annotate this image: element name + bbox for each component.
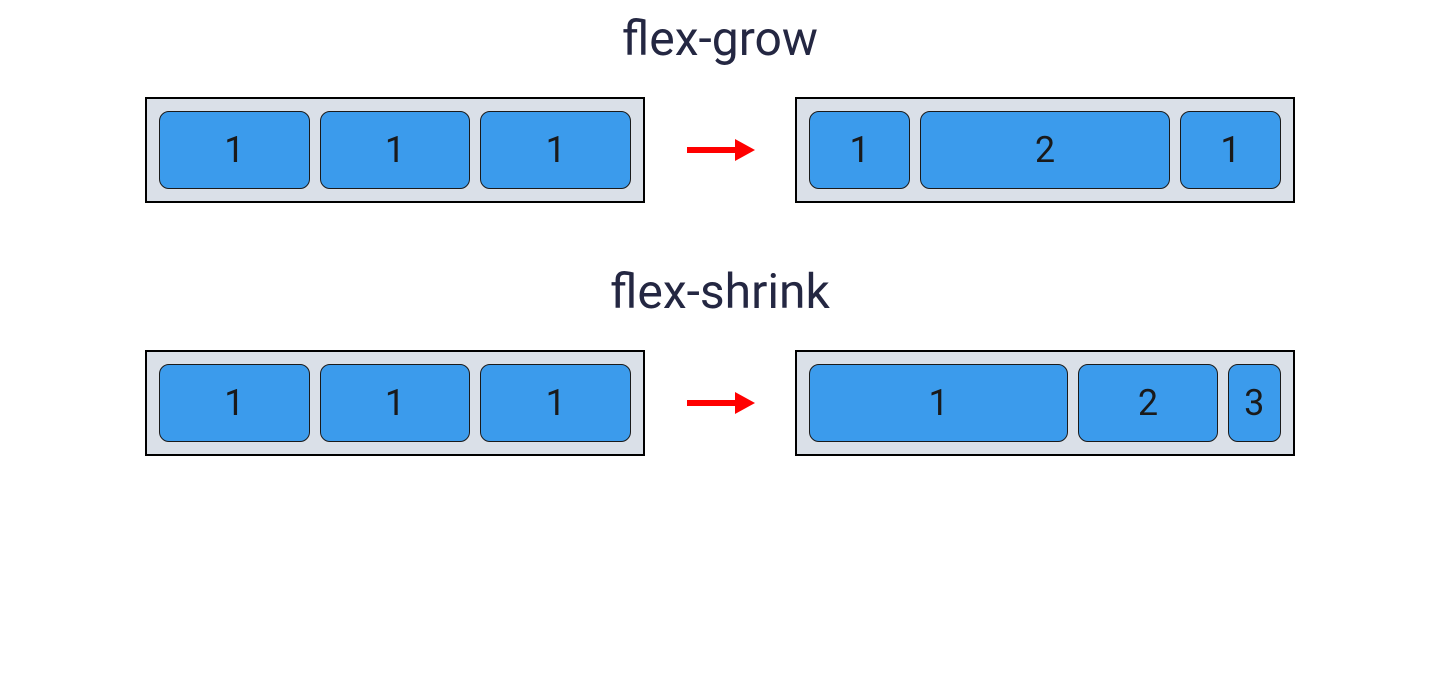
shrink-before-item-3: 1 xyxy=(480,364,631,442)
flex-grow-row: 1 1 1 1 2 1 xyxy=(0,97,1440,203)
shrink-before-container: 1 1 1 xyxy=(145,350,645,456)
grow-after-item-2: 2 xyxy=(920,111,1170,189)
grow-after-item-3: 1 xyxy=(1180,111,1281,189)
shrink-after-container: 1 2 3 xyxy=(795,350,1295,456)
arrow-right-icon xyxy=(685,388,755,418)
section-title-grow: flex-grow xyxy=(622,10,818,67)
grow-before-container: 1 1 1 xyxy=(145,97,645,203)
grow-after-item-1: 1 xyxy=(809,111,910,189)
grow-before-item-3: 1 xyxy=(480,111,631,189)
flex-grow-section: flex-grow 1 1 1 1 2 1 xyxy=(0,10,1440,263)
section-title-shrink: flex-shrink xyxy=(610,263,830,320)
shrink-after-item-2: 2 xyxy=(1078,364,1217,442)
grow-before-item-1: 1 xyxy=(159,111,310,189)
arrow-right-icon xyxy=(685,135,755,165)
shrink-after-item-3: 3 xyxy=(1228,364,1281,442)
shrink-after-item-1: 1 xyxy=(809,364,1068,442)
grow-before-item-2: 1 xyxy=(320,111,471,189)
flex-shrink-row: 1 1 1 1 2 3 xyxy=(0,350,1440,456)
grow-after-container: 1 2 1 xyxy=(795,97,1295,203)
shrink-before-item-1: 1 xyxy=(159,364,310,442)
shrink-before-item-2: 1 xyxy=(320,364,471,442)
flex-shrink-section: flex-shrink 1 1 1 1 2 3 xyxy=(0,263,1440,516)
